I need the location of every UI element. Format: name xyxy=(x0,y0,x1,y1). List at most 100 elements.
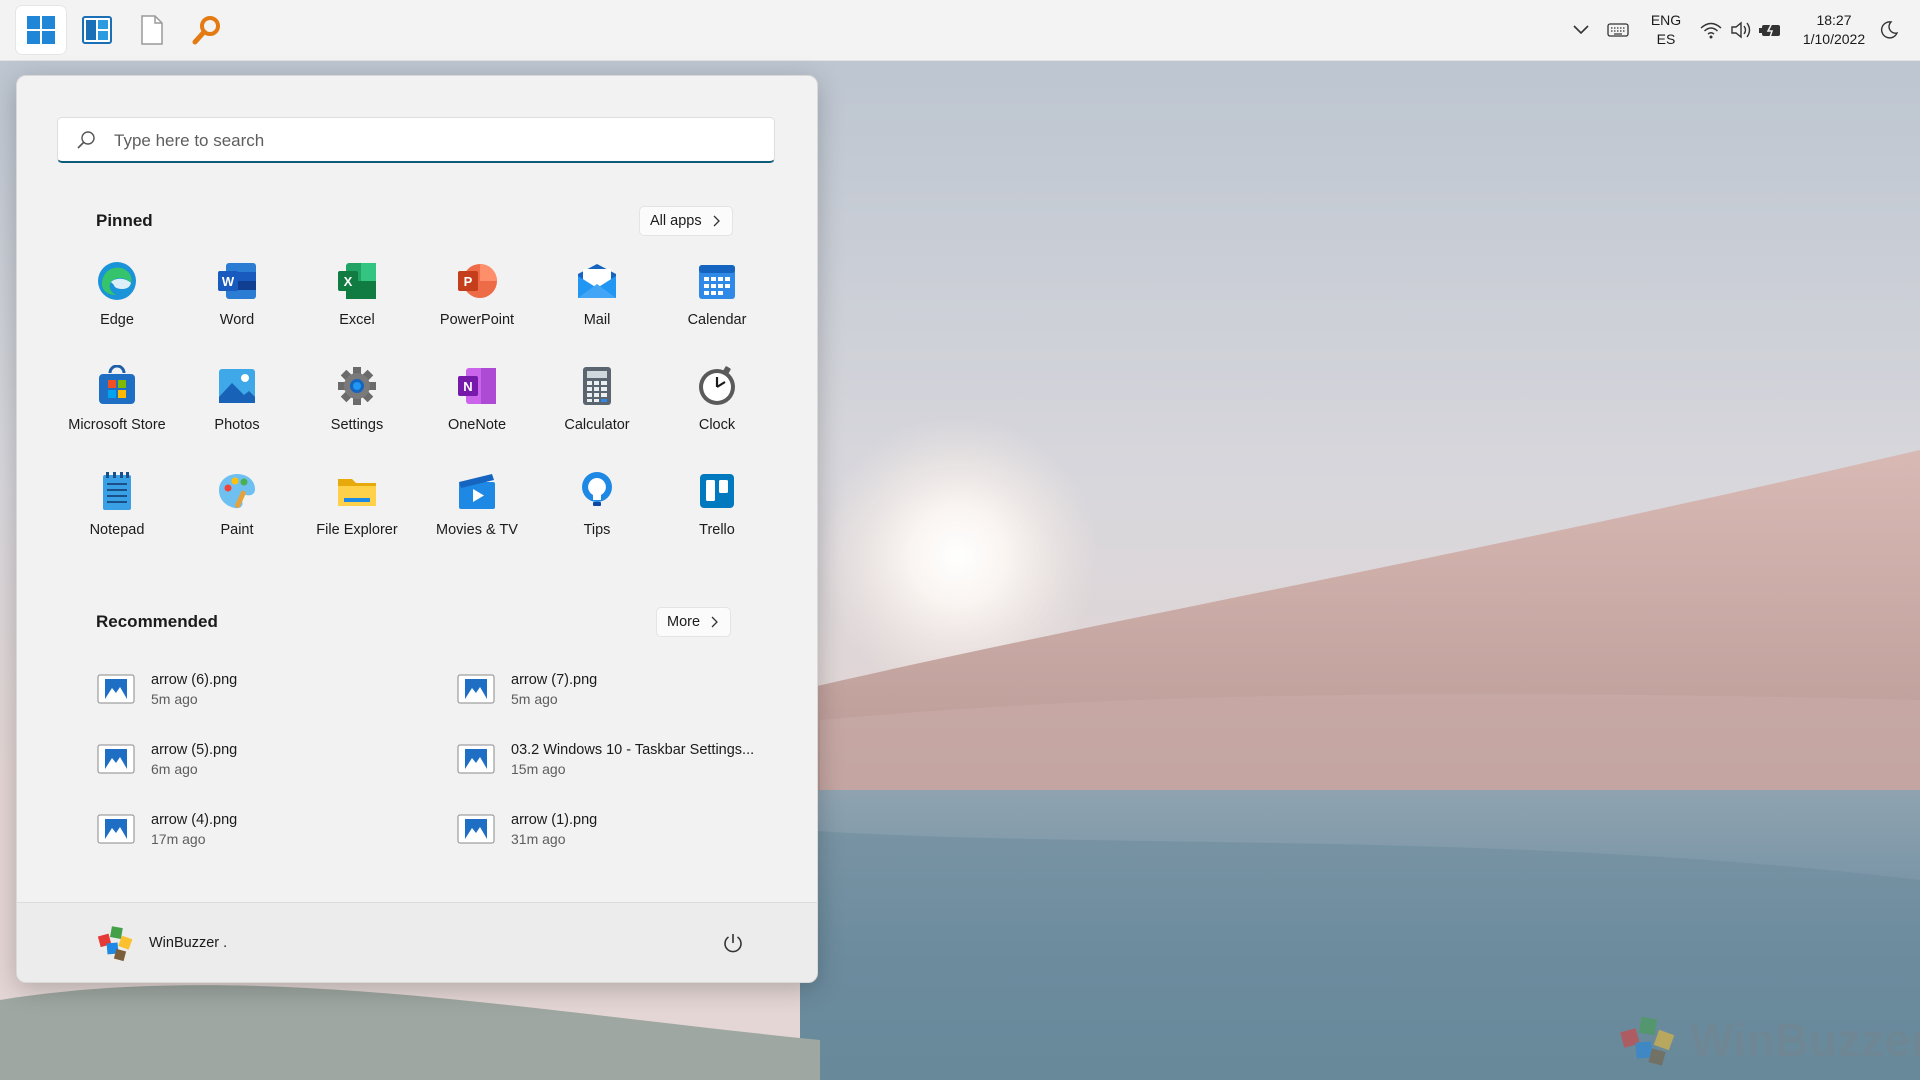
image-file-icon xyxy=(457,674,495,704)
user-name: WinBuzzer . xyxy=(149,935,228,951)
speaker-icon xyxy=(1731,21,1751,39)
pinned-app-label: Photos xyxy=(214,417,260,433)
recommended-item[interactable]: arrow (1).png 31m ago xyxy=(455,801,795,857)
recommended-item-name: arrow (6).png xyxy=(151,671,238,688)
chevron-down-icon xyxy=(1573,25,1589,35)
document-icon xyxy=(141,15,163,45)
keyboard-icon xyxy=(1607,23,1629,37)
svg-text:W: W xyxy=(222,274,235,289)
widgets-icon xyxy=(82,16,112,44)
trello-icon xyxy=(700,474,734,508)
image-file-icon xyxy=(457,814,495,844)
pinned-app-movies-tv[interactable]: Movies & TV xyxy=(417,464,537,564)
search-button[interactable] xyxy=(182,6,232,54)
calculator-icon xyxy=(583,367,611,405)
paint-icon xyxy=(219,474,255,509)
language-indicator[interactable]: ENG ES xyxy=(1646,0,1686,60)
svg-text:P: P xyxy=(464,274,473,289)
pinned-app-mail[interactable]: Mail xyxy=(537,254,657,354)
blank-document-button[interactable] xyxy=(127,6,177,54)
pinned-app-tips[interactable]: Tips xyxy=(537,464,657,564)
recommended-item-name: arrow (4).png xyxy=(151,811,238,828)
avatar xyxy=(97,926,133,962)
windows-logo-icon xyxy=(27,16,55,44)
touch-keyboard-button[interactable] xyxy=(1603,0,1633,60)
pinned-app-microsoft-store[interactable]: Microsoft Store xyxy=(57,359,177,459)
pinned-app-photos[interactable]: Photos xyxy=(177,359,297,459)
notepad-icon xyxy=(103,472,131,510)
pinned-app-label: Settings xyxy=(330,417,384,433)
recommended-title: Recommended xyxy=(96,612,218,631)
pinned-app-onenote[interactable]: N OneNote xyxy=(417,359,537,459)
pinned-app-calculator[interactable]: Calculator xyxy=(537,359,657,459)
lightbulb-icon xyxy=(582,472,612,506)
wifi-icon xyxy=(1700,22,1722,39)
pinned-app-word[interactable]: W Word xyxy=(177,254,297,354)
pinned-app-label: Mail xyxy=(583,312,611,328)
chevron-right-icon xyxy=(711,616,718,628)
pinned-app-label: File Explorer xyxy=(316,522,398,538)
focus-assist-button[interactable] xyxy=(1874,0,1904,60)
recommended-item-name: arrow (1).png xyxy=(511,811,598,828)
recommended-item-name: 03.2 Windows 10 - Taskbar Settings... xyxy=(511,741,755,758)
start-menu-footer: WinBuzzer . xyxy=(17,902,817,982)
svg-text:X: X xyxy=(344,274,353,289)
image-file-icon xyxy=(97,674,135,704)
pinned-app-label: Notepad xyxy=(89,522,145,538)
more-button[interactable]: More xyxy=(656,607,732,637)
pinned-app-file-explorer[interactable]: File Explorer xyxy=(297,464,417,564)
clock-area[interactable]: 18:27 1/10/2022 xyxy=(1794,0,1874,60)
recommended-item-time: 31m ago xyxy=(511,830,566,847)
recommended-item-time: 17m ago xyxy=(151,830,206,847)
recommended-item[interactable]: 03.2 Windows 10 - Taskbar Settings... 15… xyxy=(455,731,805,787)
image-file-icon xyxy=(457,744,495,774)
pinned-app-clock[interactable]: Clock xyxy=(657,359,777,459)
pinned-app-label: Trello xyxy=(699,522,735,538)
recommended-item-time: 15m ago xyxy=(511,760,566,777)
search-icon xyxy=(77,131,95,149)
pinned-app-powerpoint[interactable]: P PowerPoint xyxy=(417,254,537,354)
pinned-app-label: Edge xyxy=(100,312,134,328)
watermark-text: WinBuzzer xyxy=(1690,1014,1920,1066)
pinned-app-trello[interactable]: Trello xyxy=(657,464,777,564)
user-account-button[interactable]: WinBuzzer . xyxy=(95,923,227,963)
recommended-item-time: 5m ago xyxy=(151,690,198,707)
search-input[interactable] xyxy=(112,118,756,164)
all-apps-button[interactable]: All apps xyxy=(639,206,733,236)
start-button[interactable] xyxy=(16,6,66,54)
recommended-item[interactable]: arrow (5).png 6m ago xyxy=(95,731,435,787)
pinned-app-label: Word xyxy=(219,312,255,328)
pinned-app-label: Microsoft Store xyxy=(68,417,166,433)
pinned-app-calendar[interactable]: Calendar xyxy=(657,254,777,354)
pinned-app-settings[interactable]: Settings xyxy=(297,359,417,459)
pinned-app-label: PowerPoint xyxy=(439,312,515,328)
battery-button[interactable] xyxy=(1756,0,1786,60)
keyboard-layout-code: ES xyxy=(1656,31,1676,47)
pinned-app-edge[interactable]: Edge xyxy=(57,254,177,354)
pinned-app-excel[interactable]: X Excel xyxy=(297,254,417,354)
watermark: WinBuzzer xyxy=(1616,1012,1920,1068)
power-icon xyxy=(724,934,742,953)
calendar-icon xyxy=(699,265,735,299)
pinned-app-label: Calendar xyxy=(687,312,747,328)
network-button[interactable] xyxy=(1696,0,1726,60)
search-box[interactable] xyxy=(57,117,775,164)
pinned-app-notepad[interactable]: Notepad xyxy=(57,464,177,564)
pinned-title: Pinned xyxy=(96,211,153,230)
pinned-app-paint[interactable]: Paint xyxy=(177,464,297,564)
photos-icon xyxy=(219,369,255,403)
clock-time: 18:27 xyxy=(1816,12,1852,28)
recommended-item[interactable]: arrow (7).png 5m ago xyxy=(455,661,795,717)
gear-icon xyxy=(338,367,376,405)
power-button[interactable] xyxy=(713,923,753,963)
widgets-button[interactable] xyxy=(72,6,122,54)
show-hidden-icons-button[interactable] xyxy=(1568,0,1594,60)
svg-text:N: N xyxy=(463,379,472,394)
folder-icon xyxy=(338,479,376,506)
language-code: ENG xyxy=(1650,12,1682,28)
recommended-item[interactable]: arrow (6).png 5m ago xyxy=(95,661,435,717)
volume-button[interactable] xyxy=(1726,0,1756,60)
battery-charging-icon xyxy=(1759,22,1780,38)
recommended-item[interactable]: arrow (4).png 17m ago xyxy=(95,801,435,857)
image-file-icon xyxy=(97,814,135,844)
